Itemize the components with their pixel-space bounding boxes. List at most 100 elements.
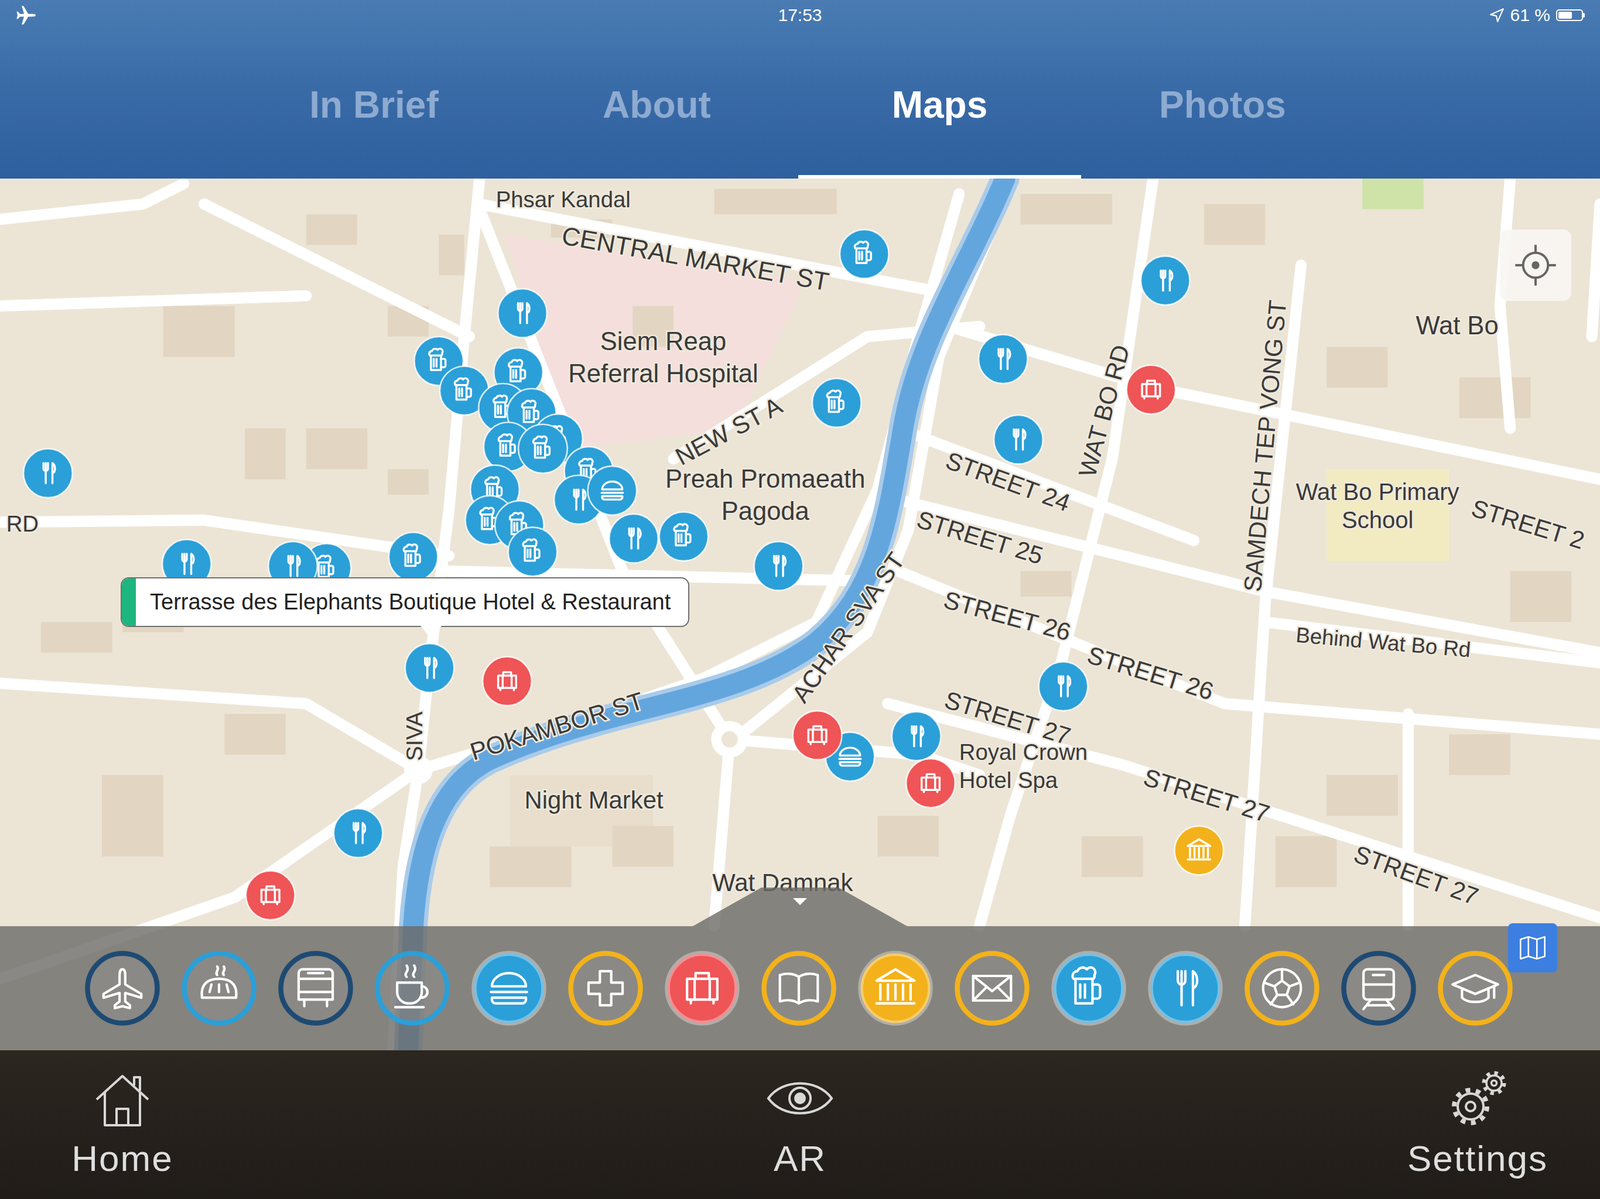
beer-mug-icon bbox=[403, 544, 420, 566]
category-button[interactable] bbox=[662, 948, 743, 1029]
building bbox=[1326, 775, 1398, 817]
train-icon bbox=[1363, 969, 1394, 1010]
clock: 17:53 bbox=[777, 5, 822, 26]
tab[interactable]: Photos bbox=[1081, 30, 1364, 179]
map-style-button[interactable] bbox=[1508, 923, 1558, 973]
map-pin[interactable] bbox=[812, 378, 862, 428]
map-pin[interactable] bbox=[482, 657, 532, 707]
bus-icon bbox=[298, 969, 333, 1007]
map-label: Night Market bbox=[524, 786, 664, 815]
map-pin[interactable] bbox=[518, 424, 568, 474]
road bbox=[1402, 713, 1414, 926]
nav-item[interactable]: AR bbox=[677, 1050, 923, 1199]
status-bar: 17:53 61 % bbox=[0, 0, 1600, 31]
road bbox=[479, 204, 960, 297]
fork-knife-icon bbox=[353, 823, 366, 844]
building bbox=[1459, 377, 1531, 419]
map-label: Wat Bo Primary bbox=[1296, 479, 1460, 505]
category-button[interactable] bbox=[952, 948, 1032, 1029]
building bbox=[612, 826, 674, 868]
category-button[interactable] bbox=[565, 948, 646, 1029]
airplane-icon bbox=[103, 969, 142, 1009]
map-pin[interactable] bbox=[906, 759, 956, 809]
road bbox=[0, 183, 184, 220]
map-pin[interactable] bbox=[587, 466, 638, 516]
folded-map-icon bbox=[1515, 931, 1550, 966]
category-button[interactable] bbox=[275, 948, 356, 1029]
map-pin[interactable] bbox=[508, 527, 558, 577]
map-pin[interactable] bbox=[891, 712, 942, 762]
building bbox=[1275, 836, 1338, 888]
map-pin[interactable] bbox=[792, 710, 843, 761]
fork-knife-icon bbox=[425, 658, 437, 679]
category-button[interactable] bbox=[179, 948, 259, 1029]
category-button[interactable] bbox=[855, 948, 936, 1029]
beer-mug-icon bbox=[508, 360, 526, 382]
building bbox=[1020, 571, 1072, 597]
suitcase-icon bbox=[261, 886, 280, 905]
map-label: School bbox=[1341, 507, 1414, 533]
nav-item[interactable]: Home bbox=[0, 1050, 245, 1199]
map-pin[interactable] bbox=[978, 334, 1028, 384]
category-button[interactable] bbox=[1242, 948, 1322, 1029]
map-pin[interactable] bbox=[659, 511, 709, 562]
map-pin[interactable] bbox=[1038, 661, 1089, 711]
category-button[interactable] bbox=[759, 948, 839, 1029]
map-pin[interactable] bbox=[1174, 826, 1224, 876]
map[interactable]: Phsar KandalCENTRAL MARKET STSiem ReapRe… bbox=[0, 178, 1600, 1051]
tab[interactable]: About bbox=[515, 30, 799, 179]
museum-icon bbox=[1187, 839, 1210, 860]
building bbox=[101, 775, 164, 857]
building bbox=[306, 214, 358, 245]
map-pin[interactable] bbox=[839, 229, 890, 279]
category-button[interactable] bbox=[1435, 948, 1516, 1029]
soccer-ball-icon bbox=[1263, 969, 1302, 1008]
map-pin[interactable] bbox=[993, 415, 1044, 465]
beer-mug-icon bbox=[522, 539, 540, 561]
category-button[interactable] bbox=[372, 948, 453, 1029]
book-icon bbox=[780, 973, 819, 1004]
beer-mug-icon bbox=[533, 436, 550, 458]
locate-button[interactable] bbox=[1499, 229, 1572, 302]
map-pin[interactable] bbox=[23, 449, 73, 499]
map-pin[interactable] bbox=[388, 532, 439, 582]
category-button[interactable] bbox=[1338, 948, 1419, 1029]
tab[interactable]: In Brief bbox=[232, 30, 516, 179]
category-button[interactable] bbox=[1048, 948, 1129, 1029]
building bbox=[1448, 734, 1511, 776]
suitcase-icon bbox=[686, 973, 718, 1004]
nav-item[interactable]: Settings bbox=[1355, 1050, 1600, 1199]
tooltip-title: Terrasse des Elephants Boutique Hotel & … bbox=[135, 578, 689, 627]
map-pin[interactable] bbox=[609, 514, 659, 564]
map-label: Behind Wat Bo Rd bbox=[1294, 623, 1472, 663]
building bbox=[163, 306, 235, 358]
map-pin[interactable] bbox=[497, 288, 547, 338]
building bbox=[714, 188, 837, 215]
map-pin[interactable] bbox=[245, 870, 296, 921]
map-pin[interactable] bbox=[333, 808, 384, 858]
map-label: STREET 2 bbox=[1468, 494, 1588, 555]
chevron-down-icon bbox=[788, 896, 812, 908]
map-pin[interactable] bbox=[1140, 255, 1191, 306]
category-button[interactable] bbox=[1145, 948, 1226, 1029]
suitcase-icon bbox=[1142, 380, 1161, 399]
category-button[interactable] bbox=[82, 948, 163, 1029]
battery-percent: 61 % bbox=[1510, 5, 1551, 26]
battery-icon bbox=[1556, 9, 1585, 22]
suitcase-icon bbox=[921, 774, 940, 793]
building bbox=[306, 428, 368, 470]
map-pin[interactable] bbox=[754, 541, 804, 591]
burger-icon bbox=[839, 747, 861, 767]
building bbox=[224, 713, 286, 755]
tab[interactable]: Maps bbox=[798, 30, 1082, 179]
category-bar bbox=[0, 926, 1600, 1051]
fork-knife-icon bbox=[911, 726, 924, 747]
header: 17:53 61 % In BriefAboutMapsPhotos bbox=[0, 0, 1600, 179]
map-pin[interactable] bbox=[1126, 365, 1176, 415]
map-pin[interactable] bbox=[405, 643, 455, 693]
map-label: WAT BO RD bbox=[1072, 342, 1135, 481]
beer-mug-icon bbox=[521, 400, 539, 422]
category-button[interactable] bbox=[469, 948, 549, 1029]
place-tooltip[interactable]: Terrasse des Elephants Boutique Hotel & … bbox=[120, 577, 690, 628]
building bbox=[387, 469, 429, 495]
